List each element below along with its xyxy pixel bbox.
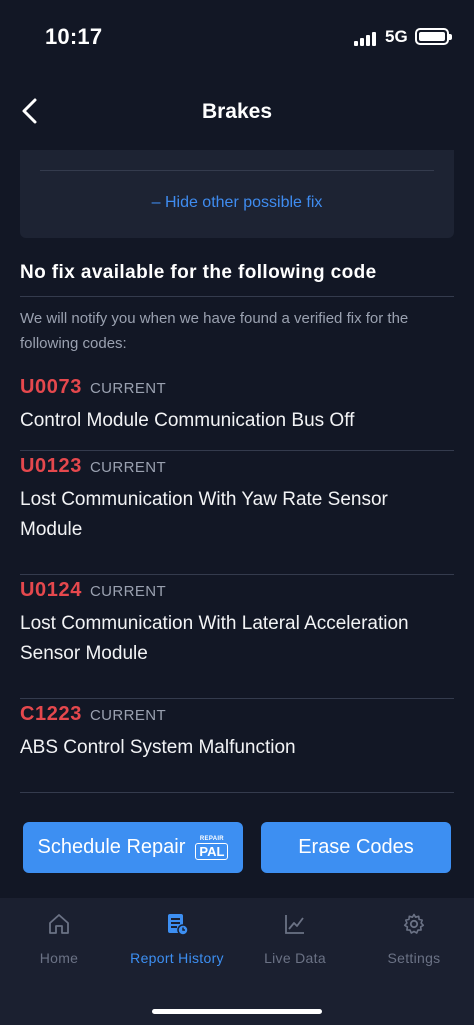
tab-settings[interactable]: Settings: [355, 898, 473, 988]
trouble-code: C1223: [20, 703, 82, 725]
schedule-repair-label: Schedule Repair: [37, 836, 186, 858]
code-status: CURRENT: [89, 380, 167, 397]
notify-text: We will notify you when we have found a …: [20, 310, 409, 352]
home-indicator: [152, 1009, 322, 1014]
tab-bar: Home Report History Live Data Settings: [0, 898, 474, 1025]
code-description: Control Module Communication Bus Off: [20, 410, 355, 431]
code-list: U0073 CURRENT Control Module Communicatio…: [20, 372, 454, 793]
report-icon: [168, 914, 189, 936]
tab-report-history[interactable]: Report History: [118, 898, 236, 988]
gear-icon: [403, 913, 425, 934]
possible-fix-card: – Hide other possible fix: [20, 150, 454, 238]
no-fix-heading: No fix available for the following code: [20, 262, 377, 283]
battery-icon: [415, 28, 452, 45]
code-header: U0123 CURRENT: [20, 455, 166, 478]
tab-home[interactable]: Home: [0, 898, 118, 988]
code-row[interactable]: C1223 CURRENT ABS Control System Malfunct…: [20, 699, 454, 793]
tab-label: Home: [39, 950, 79, 966]
tab-label: Settings: [387, 950, 441, 966]
code-header: U0073 CURRENT: [20, 376, 166, 399]
erase-codes-label: Erase Codes: [298, 836, 414, 858]
nav-header: Brakes: [0, 80, 474, 144]
code-status: CURRENT: [89, 583, 167, 600]
page-title: Brakes: [201, 100, 273, 123]
code-row[interactable]: U0073 CURRENT Control Module Communicatio…: [20, 372, 454, 451]
repairpal-logo: REPAIR PAL: [195, 836, 229, 860]
chart-icon: [285, 915, 304, 934]
erase-codes-button[interactable]: Erase Codes: [261, 822, 451, 873]
schedule-repair-button[interactable]: Schedule Repair REPAIR PAL: [23, 822, 243, 873]
code-description: Lost Communication With Lateral Accelera…: [20, 613, 409, 664]
code-status: CURRENT: [89, 459, 167, 476]
home-icon: [49, 914, 69, 934]
status-bar: 10:17 5G: [0, 0, 474, 60]
signal-icon: [354, 30, 376, 46]
code-header: U0124 CURRENT: [20, 579, 166, 602]
code-row[interactable]: U0124 CURRENT Lost Communication With Lat…: [20, 575, 454, 699]
code-description: ABS Control System Malfunction: [20, 737, 296, 758]
hide-other-fix-link[interactable]: – Hide other possible fix: [20, 194, 454, 212]
code-status: CURRENT: [89, 707, 167, 724]
divider: [20, 296, 454, 297]
tab-label: Live Data: [264, 950, 326, 966]
network-type: 5G: [385, 27, 408, 46]
tab-label: Report History: [130, 950, 224, 966]
trouble-code: U0073: [20, 376, 82, 398]
status-time: 10:17: [45, 24, 103, 49]
divider: [40, 170, 434, 171]
code-header: C1223 CURRENT: [20, 703, 166, 726]
tab-live-data[interactable]: Live Data: [236, 898, 354, 988]
trouble-code: U0123: [20, 455, 82, 477]
code-row[interactable]: U0123 CURRENT Lost Communication With Yaw…: [20, 451, 454, 575]
trouble-code: U0124: [20, 579, 82, 601]
code-description: Lost Communication With Yaw Rate Sensor …: [20, 489, 388, 540]
